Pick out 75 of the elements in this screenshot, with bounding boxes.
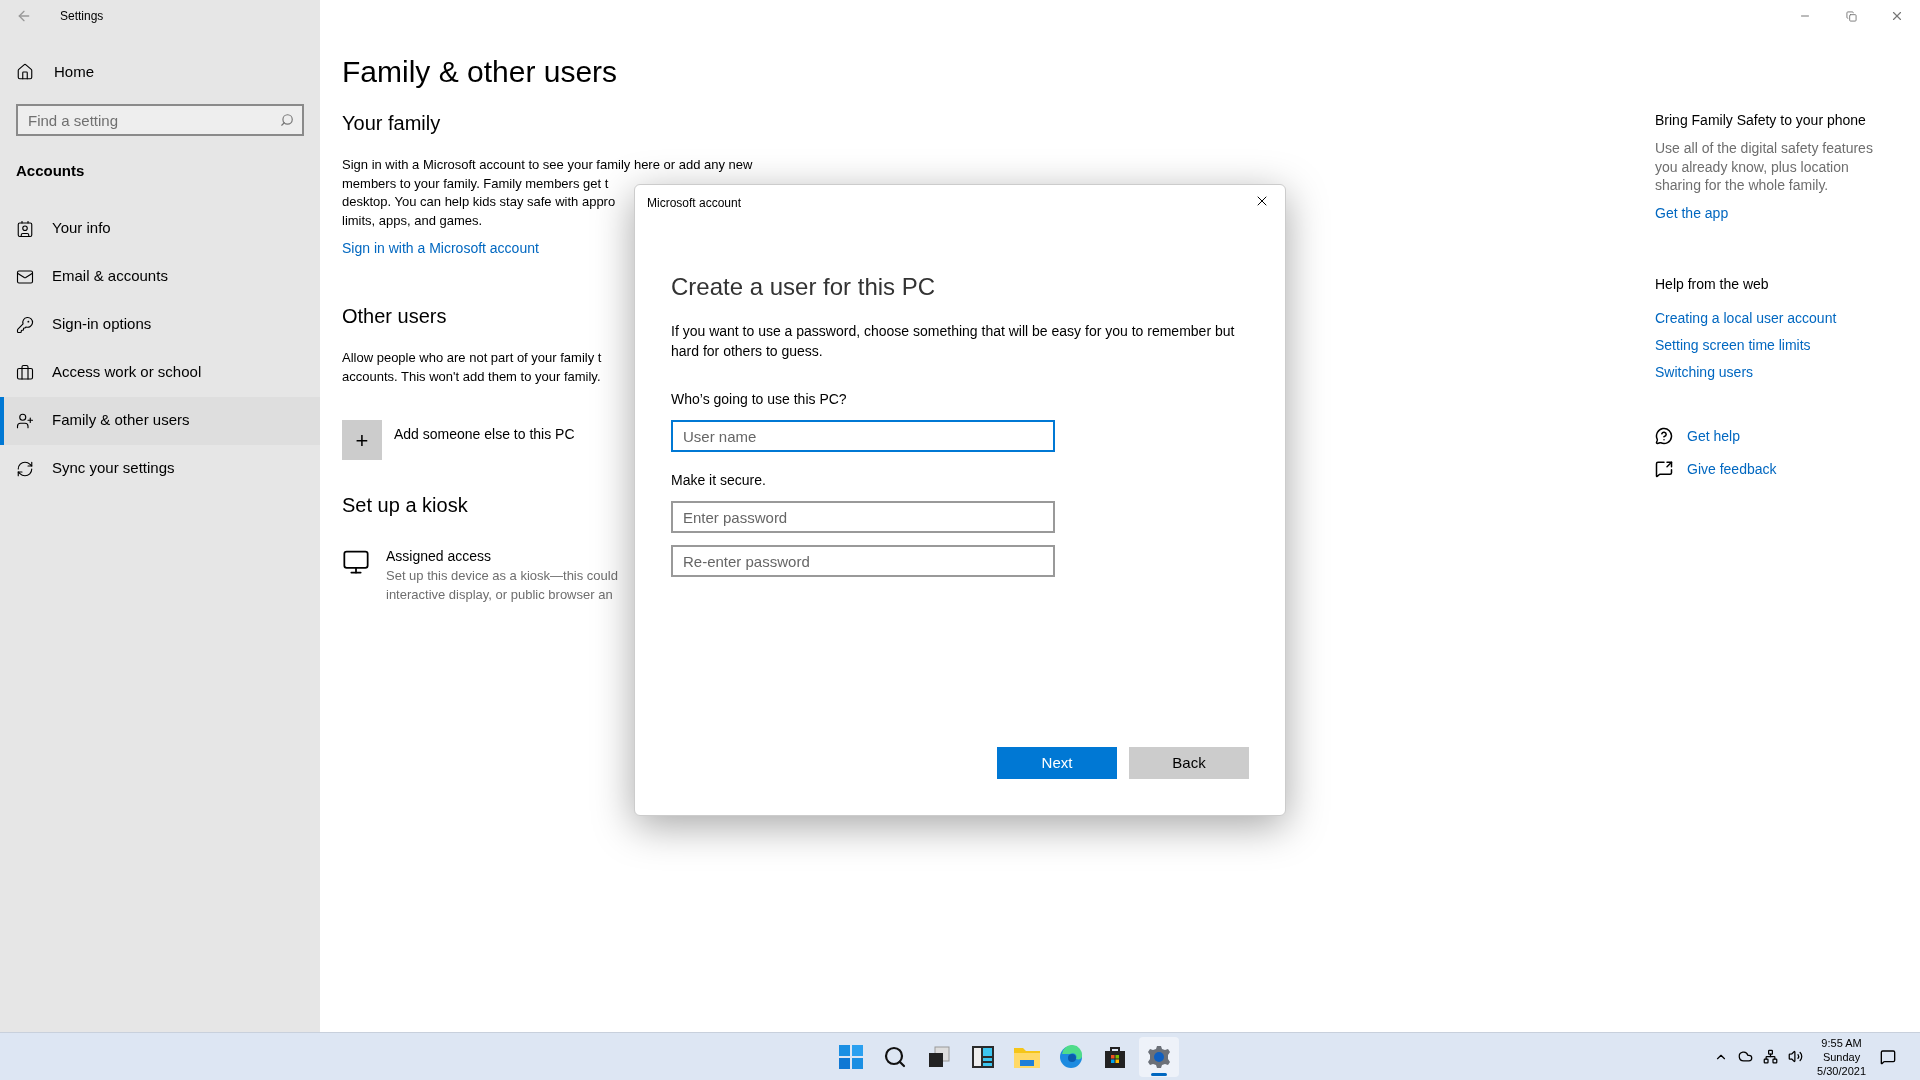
clock-day[interactable]: Sunday [1822,1049,1861,1064]
username-field[interactable]: User name [671,420,1055,452]
folder-icon [1014,1045,1040,1068]
nav-item[interactable]: Your info [0,204,320,253]
dialog-heading: Create a user for this PC [671,272,936,302]
windows-logo-icon [839,1044,863,1069]
dialog-description: If you want to use a password, choose something that will be easy for you to remember but hard for others to guess. [671,322,1236,361]
section-heading: Other users [342,304,447,329]
add-user-button[interactable]: + [342,420,382,460]
description-line: interactive display, or public browser an [386,585,613,604]
clock-date[interactable]: 5/30/2021 [1817,1063,1866,1078]
gear-icon [1147,1044,1171,1069]
task-view-icon [927,1044,951,1069]
back-arrow-icon [16,8,32,24]
close-icon [1890,9,1904,23]
next-button[interactable]: Next [997,747,1117,779]
contact-card-icon [16,219,34,238]
description-line: limits, apps, and games. [342,211,483,230]
window-title: Settings [60,8,104,25]
help-link[interactable]: Creating a local user account [1655,308,1837,328]
restore-icon [1845,10,1857,22]
description-line: members to your family. Family members get t [342,174,609,193]
home-nav-item[interactable]: Home [0,52,320,92]
action-link[interactable]: Get help [1687,425,1740,447]
sign-in-link[interactable]: Sign in with a Microsoft account [342,238,539,259]
help-icon [1655,427,1673,445]
nav-item[interactable]: Email & accounts [0,252,320,301]
password-label: Make it secure. [671,471,766,490]
key-icon [16,315,34,334]
nav-item[interactable]: Family & other users [0,396,320,445]
feedback-icon [1655,460,1673,478]
description-line: accounts. This won't add them to your family. [342,367,601,386]
nav-item[interactable]: Access work or school [0,348,320,397]
search-icon [883,1044,907,1069]
mail-icon [16,267,34,286]
page-title: Family & other users [342,54,618,90]
dialog-title: Microsoft account [647,195,742,212]
help-link[interactable]: Setting screen time limits [1655,335,1811,355]
widgets-icon [971,1044,995,1069]
description-line: Set up this device as a kiosk—this could [386,567,618,585]
browser-icon [1059,1044,1083,1069]
cloud-icon[interactable] [1738,1049,1754,1064]
active-indicator [1151,1072,1167,1076]
sync-icon [16,459,34,478]
password-field[interactable]: Enter password [671,501,1055,533]
action-link[interactable]: Give feedback [1687,458,1777,480]
section-heading: Accounts [16,161,86,181]
description-line: Sign in with a Microsoft account to see your family here or add any new [342,156,753,174]
description-line: Allow people who are not part of your family t [342,349,602,367]
reenter-password-field[interactable]: Re-enter password [671,545,1055,577]
search-field[interactable]: Find a setting [16,104,304,136]
section-heading: Your family [342,111,441,136]
get-app-link[interactable]: Get the app [1655,202,1729,224]
section-heading: Set up a kiosk [342,493,468,518]
username-label: Who’s going to use this PC? [671,390,847,409]
nav-item[interactable]: Sync your settings [0,444,320,493]
description-line: desktop. You can help kids stay safe with appro [342,193,616,211]
volume-icon[interactable] [1788,1049,1804,1064]
assigned-access-title[interactable]: Assigned access [386,546,492,567]
briefcase-icon [16,363,34,382]
add-user-label[interactable]: Add someone else to this PC [394,420,575,460]
clock-time[interactable]: 9:55 AM [1821,1035,1862,1050]
nav-item[interactable]: Sign-in options [0,300,320,349]
related-heading: Help from the web [1655,274,1769,294]
back-button[interactable]: Back [1129,747,1249,779]
search-icon [280,113,294,127]
person-plus-icon [16,411,34,430]
related-heading: Bring Family Safety to your phone [1655,111,1866,130]
store-bag-icon [1103,1044,1127,1069]
home-icon [16,63,34,81]
related-description: Use all of the digital safety features you already know, plus location sharing for the whole family. [1655,139,1874,195]
network-icon[interactable] [1763,1049,1779,1064]
notification-icon[interactable] [1880,1048,1896,1065]
help-link[interactable]: Switching users [1655,362,1754,382]
monitor-icon [342,548,370,576]
